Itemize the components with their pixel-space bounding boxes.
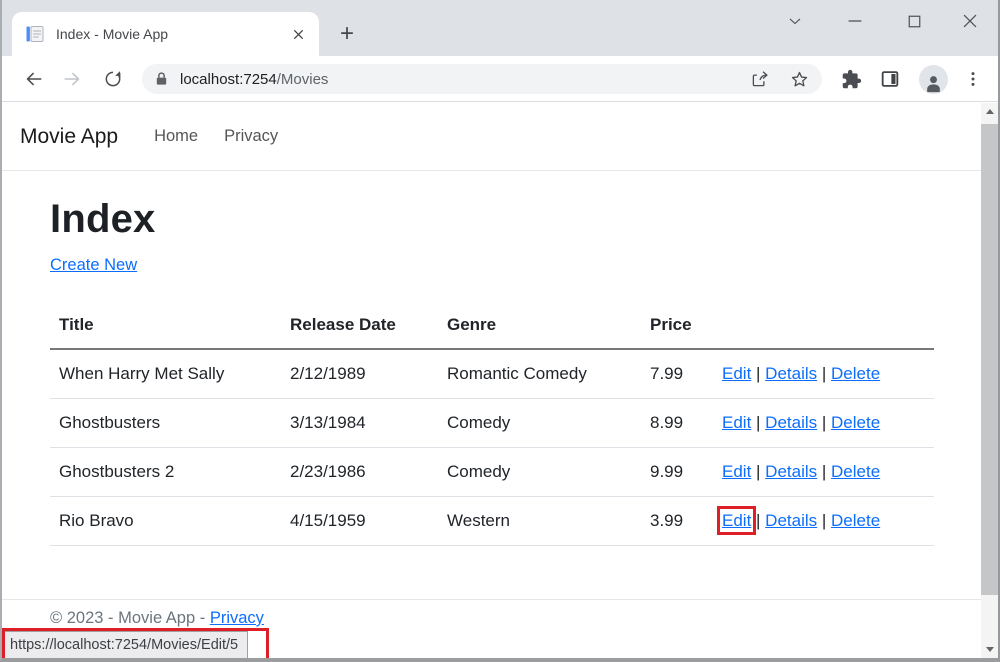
browser-toolbar: localhost:7254/Movies — [2, 56, 998, 102]
tab-close-icon[interactable] — [289, 25, 307, 43]
brand-link[interactable]: Movie App — [20, 125, 118, 149]
web-page: Movie App Home Privacy Index Create New … — [2, 103, 981, 658]
edit-link[interactable]: Edit — [722, 364, 751, 383]
table-row: Rio Bravo 4/15/1959 Western 3.99 Edit | … — [50, 497, 934, 546]
cell-title: Rio Bravo — [50, 497, 281, 546]
footer-privacy-link[interactable]: Privacy — [210, 609, 264, 627]
table-row: Ghostbusters 2 2/23/1986 Comedy 9.99 Edi… — [50, 448, 934, 497]
url-text[interactable]: localhost:7254/Movies — [180, 71, 732, 88]
movies-table-body: When Harry Met Sally 2/12/1989 Romantic … — [50, 349, 934, 546]
details-link[interactable]: Details — [765, 413, 817, 432]
forward-button[interactable] — [57, 64, 87, 94]
header-actions — [713, 303, 934, 349]
cell-title: When Harry Met Sally — [50, 349, 281, 399]
back-button[interactable] — [19, 64, 49, 94]
edit-link[interactable]: Edit — [722, 511, 751, 530]
scroll-up-arrow-icon[interactable] — [981, 103, 998, 120]
close-button[interactable] — [955, 7, 985, 35]
cell-price: 3.99 — [641, 497, 713, 546]
extensions-puzzle-icon[interactable] — [836, 64, 866, 94]
scroll-down-arrow-icon[interactable] — [981, 641, 998, 658]
main-content: Index Create New Title Release Date Genr… — [2, 197, 981, 546]
url-domain: localhost:7254 — [180, 71, 277, 88]
tab-strip: Index - Movie App + — [2, 0, 998, 56]
url-path: /Movies — [277, 71, 329, 88]
cell-genre: Western — [438, 497, 641, 546]
site-navbar: Movie App Home Privacy — [2, 103, 981, 171]
nav-link-home[interactable]: Home — [154, 127, 198, 146]
details-link[interactable]: Details — [765, 511, 817, 530]
chevron-down-icon[interactable] — [780, 7, 810, 35]
cell-price: 8.99 — [641, 399, 713, 448]
site-footer: © 2023 - Movie App - Privacy — [2, 599, 981, 628]
tab-title: Index - Movie App — [56, 26, 289, 42]
cell-genre: Comedy — [438, 448, 641, 497]
details-link[interactable]: Details — [765, 364, 817, 383]
browser-tab[interactable]: Index - Movie App — [12, 12, 319, 56]
profile-avatar[interactable] — [918, 64, 948, 94]
cell-title: Ghostbusters 2 — [50, 448, 281, 497]
browser-window: Index - Movie App + — [0, 0, 1000, 662]
delete-link[interactable]: Delete — [831, 364, 880, 383]
cell-release-date: 4/15/1959 — [281, 497, 438, 546]
cell-actions: Edit | Details | Delete — [713, 448, 934, 497]
header-title: Title — [50, 303, 281, 349]
side-panel-icon[interactable] — [875, 64, 905, 94]
cell-price: 7.99 — [641, 349, 713, 399]
edit-link[interactable]: Edit — [722, 462, 751, 481]
favicon-icon — [26, 25, 44, 43]
header-release-date: Release Date — [281, 303, 438, 349]
movies-table: Title Release Date Genre Price When Harr… — [50, 303, 934, 546]
delete-link[interactable]: Delete — [831, 511, 880, 530]
maximize-button[interactable] — [899, 7, 929, 35]
cell-genre: Romantic Comedy — [438, 349, 641, 399]
address-bar[interactable]: localhost:7254/Movies — [142, 64, 822, 94]
cell-actions: Edit | Details | Delete — [713, 349, 934, 399]
scrollbar-thumb[interactable] — [981, 124, 998, 595]
table-row: Ghostbusters 3/13/1984 Comedy 8.99 Edit … — [50, 399, 934, 448]
edit-link[interactable]: Edit — [722, 413, 751, 432]
vertical-scrollbar[interactable] — [981, 103, 998, 658]
lock-icon[interactable] — [154, 71, 170, 87]
share-icon[interactable] — [746, 66, 772, 92]
create-new-link[interactable]: Create New — [50, 256, 137, 274]
table-header-row: Title Release Date Genre Price — [50, 303, 934, 349]
cell-genre: Comedy — [438, 399, 641, 448]
header-genre: Genre — [438, 303, 641, 349]
reload-button[interactable] — [98, 64, 128, 94]
cell-actions: Edit | Details | Delete — [713, 399, 934, 448]
cell-actions: Edit | Details | Delete — [713, 497, 934, 546]
footer-copyright: © 2023 - Movie App - — [50, 609, 205, 627]
bookmark-star-icon[interactable] — [786, 66, 812, 92]
table-row: When Harry Met Sally 2/12/1989 Romantic … — [50, 349, 934, 399]
header-price: Price — [641, 303, 713, 349]
nav-link-privacy[interactable]: Privacy — [224, 127, 278, 146]
details-link[interactable]: Details — [765, 462, 817, 481]
minimize-button[interactable] — [840, 7, 870, 35]
cell-release-date: 3/13/1984 — [281, 399, 438, 448]
cell-release-date: 2/23/1986 — [281, 448, 438, 497]
page-title: Index — [50, 197, 933, 242]
new-tab-button[interactable]: + — [333, 20, 361, 48]
delete-link[interactable]: Delete — [831, 462, 880, 481]
cell-title: Ghostbusters — [50, 399, 281, 448]
cell-price: 9.99 — [641, 448, 713, 497]
status-url-text: https://localhost:7254/Movies/Edit/5 — [10, 637, 238, 653]
menu-kebab-icon[interactable] — [958, 64, 988, 94]
status-bar-url: https://localhost:7254/Movies/Edit/5 — [2, 631, 248, 658]
delete-link[interactable]: Delete — [831, 413, 880, 432]
cell-release-date: 2/12/1989 — [281, 349, 438, 399]
